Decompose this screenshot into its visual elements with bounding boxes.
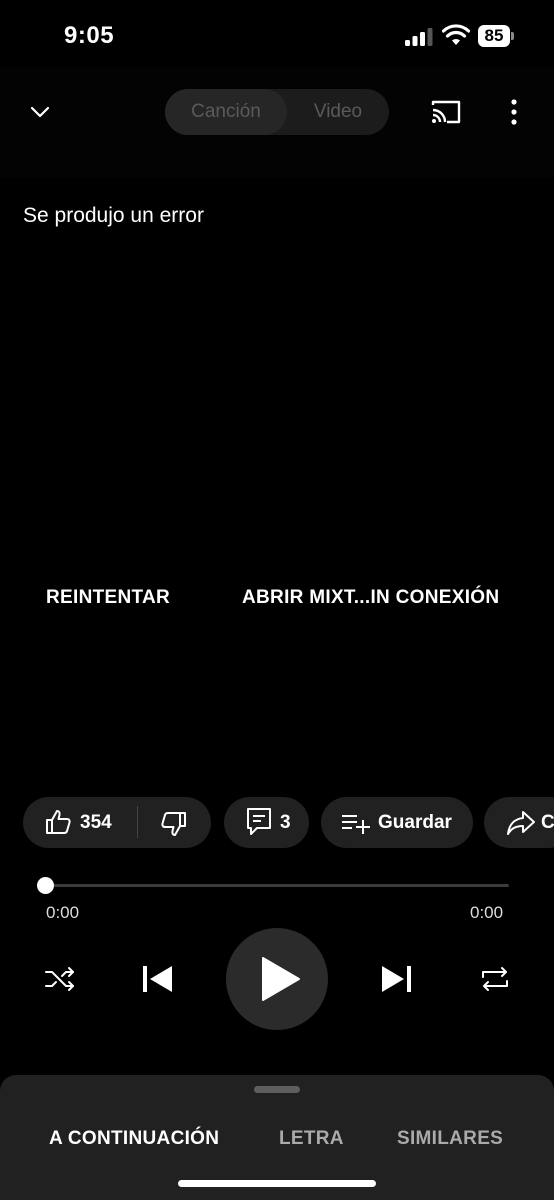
- cast-icon[interactable]: [430, 99, 462, 125]
- home-indicator: [178, 1180, 376, 1187]
- shuffle-icon: [45, 967, 74, 991]
- next-button[interactable]: [378, 962, 416, 996]
- playlist-add-icon: [342, 815, 370, 834]
- like-dislike-chip: 354: [23, 797, 211, 848]
- repeat-icon: [482, 967, 508, 991]
- status-time: 9:05: [64, 22, 115, 49]
- play-icon: [262, 957, 300, 1001]
- battery-level: 85: [484, 26, 504, 45]
- song-video-toggle[interactable]: Canción Video: [165, 89, 389, 135]
- share-button[interactable]: C: [484, 797, 554, 848]
- thumbs-up-icon[interactable]: [43, 807, 73, 837]
- thumbs-down-icon[interactable]: [159, 809, 189, 839]
- shuffle-button[interactable]: [40, 962, 80, 996]
- skip-next-icon: [382, 966, 411, 992]
- tab-related[interactable]: SIMILARES: [397, 1128, 503, 1150]
- tab-up-next[interactable]: A CONTINUACIÓN: [49, 1128, 219, 1150]
- progress-thumb[interactable]: [36, 877, 54, 894]
- share-label: C: [541, 812, 554, 833]
- like-count[interactable]: 354: [80, 812, 112, 834]
- sheet-drag-handle[interactable]: [254, 1086, 300, 1093]
- comments-button[interactable]: 3: [224, 797, 309, 848]
- share-icon: [507, 811, 535, 835]
- wifi-icon: [442, 24, 470, 45]
- save-button[interactable]: Guardar: [321, 797, 473, 848]
- tab-lyrics[interactable]: LETRA: [279, 1128, 344, 1150]
- chevron-down-icon[interactable]: [28, 100, 52, 124]
- progress-track[interactable]: [45, 884, 509, 887]
- toggle-video[interactable]: Video: [287, 89, 389, 135]
- comment-icon: [247, 808, 271, 835]
- total-duration: 0:00: [470, 903, 504, 922]
- repeat-button[interactable]: [476, 962, 514, 996]
- more-options-icon[interactable]: [502, 98, 526, 126]
- toggle-song[interactable]: Canción: [165, 89, 287, 135]
- open-offline-mix-button[interactable]: ABRIR MIXT...IN CONEXIÓN: [242, 587, 499, 609]
- play-button[interactable]: [226, 928, 328, 1030]
- previous-button[interactable]: [138, 962, 176, 996]
- error-message: Se produjo un error: [23, 204, 204, 227]
- current-time: 0:00: [46, 903, 80, 922]
- skip-previous-icon: [143, 966, 172, 992]
- save-label: Guardar: [378, 812, 452, 833]
- battery-indicator: 85: [478, 25, 514, 47]
- retry-button[interactable]: REINTENTAR: [46, 587, 170, 609]
- cellular-signal-icon: [405, 28, 433, 46]
- comment-count: 3: [280, 812, 291, 833]
